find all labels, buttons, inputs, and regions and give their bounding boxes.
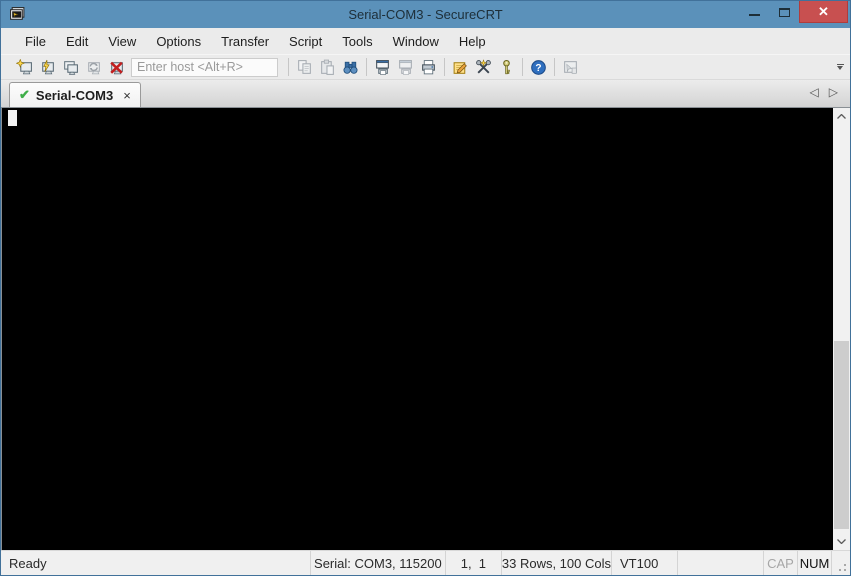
scroll-down-button[interactable]: [833, 533, 850, 550]
connect-in-tab-icon: [64, 60, 78, 75]
minimize-button[interactable]: [739, 1, 769, 23]
toolbar-separator: [522, 58, 523, 76]
menu-options[interactable]: Options: [146, 30, 211, 53]
tab-label: Serial-COM3: [35, 87, 114, 103]
maximize-button[interactable]: [769, 1, 799, 23]
status-cursor-position: 1, 1: [446, 551, 502, 575]
print-button[interactable]: [417, 56, 440, 78]
resize-grip-icon: [844, 569, 846, 571]
find-button[interactable]: [339, 56, 362, 78]
menu-file[interactable]: File: [15, 30, 56, 53]
toolbar: ?: [1, 54, 850, 80]
securecrt-window: Serial-COM3 - SecureCRT ✕ File Edit View…: [0, 0, 851, 576]
print-eject-icon: [399, 59, 412, 75]
connect-icon: [42, 59, 54, 74]
session-options-icon: [453, 61, 467, 74]
status-num-indicator: NUM: [798, 551, 832, 575]
toolbar-separator: [444, 58, 445, 76]
menu-bar: File Edit View Options Transfer Script T…: [1, 28, 850, 54]
menu-tools[interactable]: Tools: [332, 30, 382, 53]
terminal-cursor: [8, 110, 17, 126]
print-icon: [422, 59, 435, 74]
connected-check-icon: ✔: [19, 87, 30, 102]
copy-button[interactable]: [293, 56, 316, 78]
help-button[interactable]: ?: [527, 56, 550, 78]
tab-bar: ✔ Serial-COM3 × ◁ ▷: [1, 80, 850, 107]
svg-text:?: ?: [535, 63, 541, 74]
sftp-session-icon: [564, 60, 577, 74]
minimize-icon: [748, 14, 760, 16]
quick-connect-button[interactable]: [13, 56, 36, 78]
terminal-row: [1, 107, 850, 550]
host-input[interactable]: [131, 57, 278, 77]
resize-grip[interactable]: [832, 551, 850, 575]
find-icon: [343, 61, 358, 74]
copy-icon: [298, 59, 311, 74]
window-title: Serial-COM3 - SecureCRT: [348, 7, 503, 22]
print-eject-button[interactable]: [394, 56, 417, 78]
menu-help[interactable]: Help: [449, 30, 496, 53]
toolbar-separator: [554, 58, 555, 76]
menu-edit[interactable]: Edit: [56, 30, 98, 53]
tab-serial-com3[interactable]: ✔ Serial-COM3 ×: [9, 82, 141, 107]
keymap-editor-icon: [476, 58, 491, 73]
public-key-button[interactable]: [495, 56, 518, 78]
vertical-scrollbar[interactable]: [833, 108, 850, 550]
sftp-session-button[interactable]: [559, 56, 582, 78]
chevron-down-icon: [837, 66, 843, 70]
scrollbar-thumb[interactable]: [834, 341, 849, 529]
reconnect-icon: [88, 61, 100, 74]
disconnect-button[interactable]: [105, 56, 128, 78]
tab-scroll-right-icon[interactable]: ▷: [829, 86, 838, 98]
reconnect-button[interactable]: [82, 56, 105, 78]
status-bar: Ready Serial: COM3, 115200 1, 1 33 Rows,…: [1, 550, 850, 575]
status-caps-indicator: CAP: [764, 551, 798, 575]
toolbar-overflow-button[interactable]: [834, 58, 846, 76]
print-screen-button[interactable]: [371, 56, 394, 78]
toolbar-separator: [366, 58, 367, 76]
menu-view[interactable]: View: [98, 30, 146, 53]
window-controls: ✕: [739, 1, 850, 28]
title-bar: Serial-COM3 - SecureCRT ✕: [1, 1, 850, 28]
disconnect-icon: [110, 61, 123, 74]
paste-button[interactable]: [316, 56, 339, 78]
status-emulation: VT100: [612, 551, 678, 575]
status-connection: Serial: COM3, 115200: [311, 551, 446, 575]
maximize-icon: [778, 7, 790, 17]
scrollbar-track[interactable]: [833, 125, 850, 533]
paste-icon: [321, 59, 334, 75]
connect-button[interactable]: [36, 56, 59, 78]
scroll-up-button[interactable]: [833, 108, 850, 125]
close-icon: ✕: [818, 3, 829, 19]
scroll-up-icon: [837, 114, 846, 119]
session-options-button[interactable]: [449, 56, 472, 78]
status-blank: [678, 551, 764, 575]
toolbar-separator: [288, 58, 289, 76]
scroll-down-icon: [837, 539, 846, 544]
public-key-icon: [503, 59, 510, 74]
toolbar-overflow-icon: [836, 64, 844, 65]
menu-script[interactable]: Script: [279, 30, 332, 53]
tab-scroll-left-icon[interactable]: ◁: [810, 86, 819, 98]
tab-scroll-buttons: ◁ ▷: [810, 86, 838, 98]
keymap-editor-button[interactable]: [472, 56, 495, 78]
terminal-screen[interactable]: [2, 108, 833, 550]
print-screen-icon: [376, 59, 389, 75]
securecrt-app-icon: [10, 7, 25, 20]
menu-transfer[interactable]: Transfer: [211, 30, 279, 53]
menu-window[interactable]: Window: [383, 30, 449, 53]
connect-in-tab-button[interactable]: [59, 56, 82, 78]
help-icon: ?: [531, 59, 546, 75]
status-ready: Ready: [1, 551, 311, 575]
close-button[interactable]: ✕: [799, 1, 848, 23]
quick-connect-icon: [16, 58, 32, 74]
status-grid-size: 33 Rows, 100 Cols: [502, 551, 612, 575]
tab-close-icon[interactable]: ×: [123, 88, 131, 103]
